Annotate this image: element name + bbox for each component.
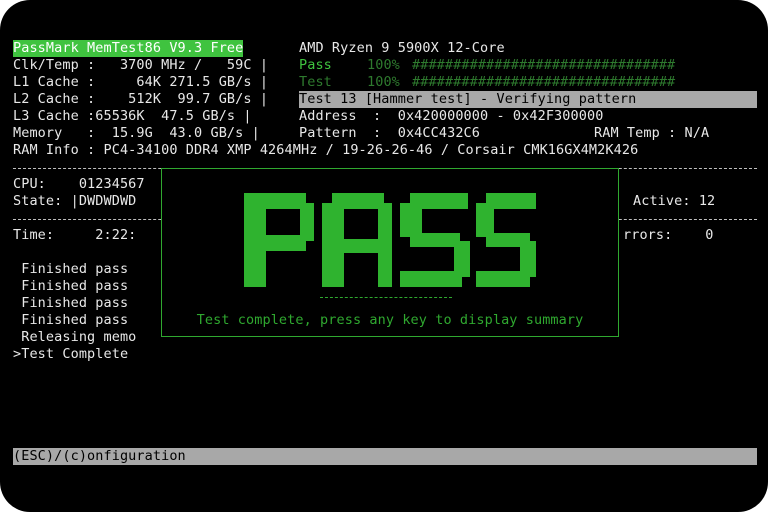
- pass-progress-bar: ################################: [412, 57, 676, 73]
- clk-temp-readout: Clk/Temp : 3700 MHz / 59C |: [13, 57, 269, 73]
- test-progress-label: Test: [299, 74, 332, 90]
- elapsed-time: Time: 2:22:: [13, 227, 137, 243]
- memory-readout: Memory : 15.9G 43.0 GB/s |: [13, 125, 260, 141]
- pattern-readout: Pattern : 0x4CC432C6: [299, 125, 481, 141]
- ram-temp-readout: RAM Temp : N/A: [594, 125, 710, 141]
- pass-letter-s: [400, 193, 470, 287]
- pass-progress-percent: 100%: [367, 57, 400, 73]
- pass-letter-s: [476, 193, 536, 287]
- footer-hint-bar[interactable]: (ESC)/(c)onfiguration: [13, 448, 757, 465]
- pass-result-dialog[interactable]: Test complete, press any key to display …: [161, 168, 619, 337]
- pass-letter-a: [322, 193, 392, 287]
- popup-divider: [320, 297, 452, 299]
- pass-progress-label: Pass: [299, 57, 332, 73]
- current-test-bar: Test 13 [Hammer test] - Verifying patter…: [299, 91, 757, 108]
- error-count: rrors: 0: [623, 227, 714, 243]
- state-status: State: |DWDWDWD: [13, 193, 137, 209]
- log-line: Finished pass: [13, 295, 129, 311]
- l3-cache-readout: L3 Cache :65536K 47.5 GB/s |: [13, 108, 252, 124]
- pass-letter-p: [244, 193, 314, 287]
- active-count: Active: 12: [633, 193, 716, 209]
- app-title: PassMark MemTest86 V9.3 Free: [13, 40, 244, 57]
- pass-result-text: [244, 193, 536, 287]
- ram-info-readout: RAM Info : PC4-34100 DDR4 XMP 4264MHz / …: [13, 142, 639, 158]
- log-line: Finished pass: [13, 312, 129, 328]
- log-line: Finished pass: [13, 278, 129, 294]
- popup-message: Test complete, press any key to display …: [196, 312, 584, 328]
- test-progress-bar: ################################: [412, 74, 676, 90]
- address-range: Address : 0x420000000 - 0x42F300000: [299, 108, 604, 124]
- l2-cache-readout: L2 Cache : 512K 99.7 GB/s |: [13, 91, 269, 107]
- test-progress-percent: 100%: [367, 74, 400, 90]
- cpu-status: CPU: 01234567: [13, 176, 145, 192]
- cpu-model: AMD Ryzen 9 5900X 12-Core: [299, 40, 505, 56]
- log-line: >Test Complete: [13, 346, 129, 362]
- log-line: Releasing memo: [13, 329, 137, 345]
- terminal-screen: PassMark MemTest86 V9.3 Free AMD Ryzen 9…: [0, 0, 768, 512]
- l1-cache-readout: L1 Cache : 64K 271.5 GB/s |: [13, 74, 269, 90]
- log-line: Finished pass: [13, 261, 129, 277]
